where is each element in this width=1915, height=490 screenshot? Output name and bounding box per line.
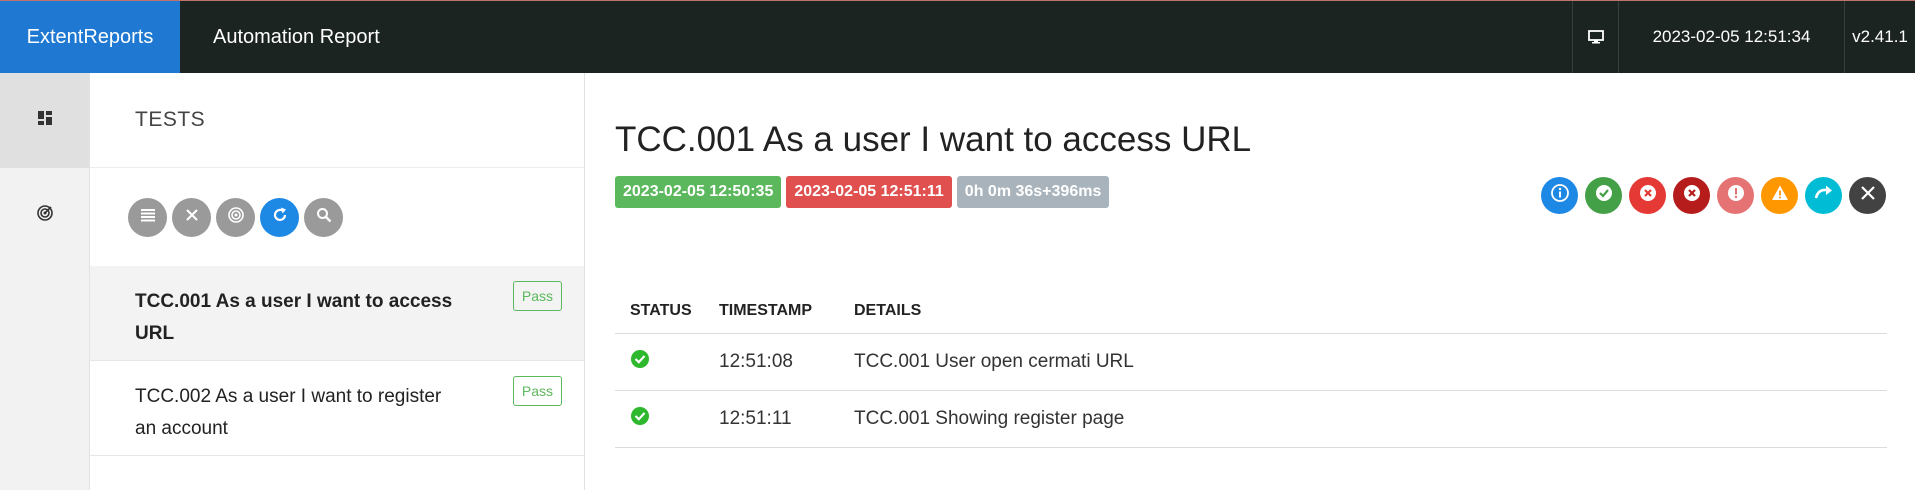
timestamp-column-header: TIMESTAMP bbox=[704, 290, 839, 334]
end-time-badge: 2023-02-05 12:51:11 bbox=[786, 176, 952, 208]
close-icon bbox=[185, 208, 199, 227]
test-name: TCC.002 As a user I want to register an … bbox=[135, 386, 442, 439]
test-list-item[interactable]: TCC.002 As a user I want to register an … bbox=[90, 361, 584, 456]
monitor-icon[interactable] bbox=[1572, 1, 1618, 73]
log-timestamp: 12:51:11 bbox=[704, 390, 839, 448]
radar-button[interactable] bbox=[216, 197, 255, 237]
status-badge: Pass bbox=[512, 281, 562, 311]
log-header-row: STATUS TIMESTAMP DETAILS bbox=[615, 290, 1887, 334]
fail-filter-button[interactable] bbox=[1629, 177, 1666, 214]
log-status bbox=[615, 390, 704, 448]
radar-icon bbox=[36, 204, 54, 227]
warning-filter-button[interactable] bbox=[1761, 177, 1798, 214]
tests-toolbar bbox=[90, 168, 584, 266]
start-time-badge: 2023-02-05 12:50:35 bbox=[615, 176, 782, 208]
version-label: v2.41.1 bbox=[1844, 1, 1915, 73]
dashboard-icon bbox=[37, 110, 53, 131]
list-icon bbox=[140, 208, 156, 227]
radar-icon bbox=[227, 206, 245, 229]
search-icon bbox=[316, 207, 332, 228]
log-details: TCC.001 User open cermati URL bbox=[839, 333, 1887, 391]
status-filter-group bbox=[1541, 177, 1886, 214]
error-icon bbox=[1726, 183, 1746, 208]
test-list-item[interactable]: TCC.001 As a user I want to access URL P… bbox=[90, 266, 584, 361]
status-column-header: STATUS bbox=[615, 290, 704, 334]
refresh-icon bbox=[271, 206, 289, 229]
test-title: TCC.001 As a user I want to access URL bbox=[615, 120, 1252, 159]
time-badges: 2023-02-05 12:50:35 2023-02-05 12:51:11 … bbox=[615, 176, 1110, 208]
log-row: 12:51:08 TCC.001 User open cermati URL bbox=[615, 333, 1887, 391]
refresh-button[interactable] bbox=[260, 197, 299, 237]
nav-dashboard[interactable] bbox=[0, 73, 89, 168]
log-status bbox=[615, 333, 704, 391]
report-title: Automation Report bbox=[213, 25, 380, 48]
status-badge: Pass bbox=[512, 376, 562, 406]
skip-icon bbox=[1813, 183, 1835, 208]
fatal-filter-button[interactable] bbox=[1673, 177, 1710, 214]
info-filter-button[interactable] bbox=[1541, 177, 1578, 214]
fatal-icon bbox=[1682, 183, 1702, 208]
error-filter-button[interactable] bbox=[1717, 177, 1754, 214]
log-timestamp: 12:51:08 bbox=[704, 333, 839, 391]
details-column-header: DETAILS bbox=[839, 290, 1887, 334]
clear-icon bbox=[1860, 185, 1876, 206]
report-datetime: 2023-02-05 12:51:34 bbox=[1618, 1, 1844, 73]
pass-icon bbox=[1594, 183, 1614, 208]
log-table: STATUS TIMESTAMP DETAILS 12:51:08 TCC.00… bbox=[615, 290, 1887, 448]
brand-logo[interactable]: ExtentReports bbox=[0, 1, 180, 73]
test-name: TCC.001 As a user I want to access URL bbox=[135, 291, 453, 344]
clear-filter-button[interactable] bbox=[172, 197, 211, 237]
top-bar: ExtentReports Automation Report 2023-02-… bbox=[0, 0, 1915, 73]
duration-badge: 0h 0m 36s+396ms bbox=[956, 176, 1110, 208]
search-button[interactable] bbox=[304, 197, 343, 237]
fail-icon bbox=[1638, 183, 1658, 208]
clear-status-filter-button[interactable] bbox=[1849, 177, 1886, 214]
test-detail: TCC.001 As a user I want to access URL 2… bbox=[585, 73, 1915, 490]
topbar-right: 2023-02-05 12:51:34 v2.41.1 bbox=[1572, 1, 1915, 73]
pass-icon bbox=[630, 349, 650, 374]
log-row: 12:51:11 TCC.001 Showing register page bbox=[615, 390, 1887, 448]
log-details: TCC.001 Showing register page bbox=[839, 390, 1887, 448]
list-button[interactable] bbox=[128, 197, 167, 237]
tests-panel: TESTS TCC.001 As a user I want to access… bbox=[90, 73, 585, 490]
warning-icon bbox=[1770, 183, 1790, 208]
tests-heading: TESTS bbox=[90, 73, 584, 168]
pass-filter-button[interactable] bbox=[1585, 177, 1622, 214]
icon-nav bbox=[0, 73, 90, 490]
pass-icon bbox=[630, 406, 650, 431]
skip-filter-button[interactable] bbox=[1805, 177, 1842, 214]
info-icon bbox=[1550, 183, 1570, 208]
nav-radar[interactable] bbox=[0, 168, 89, 263]
